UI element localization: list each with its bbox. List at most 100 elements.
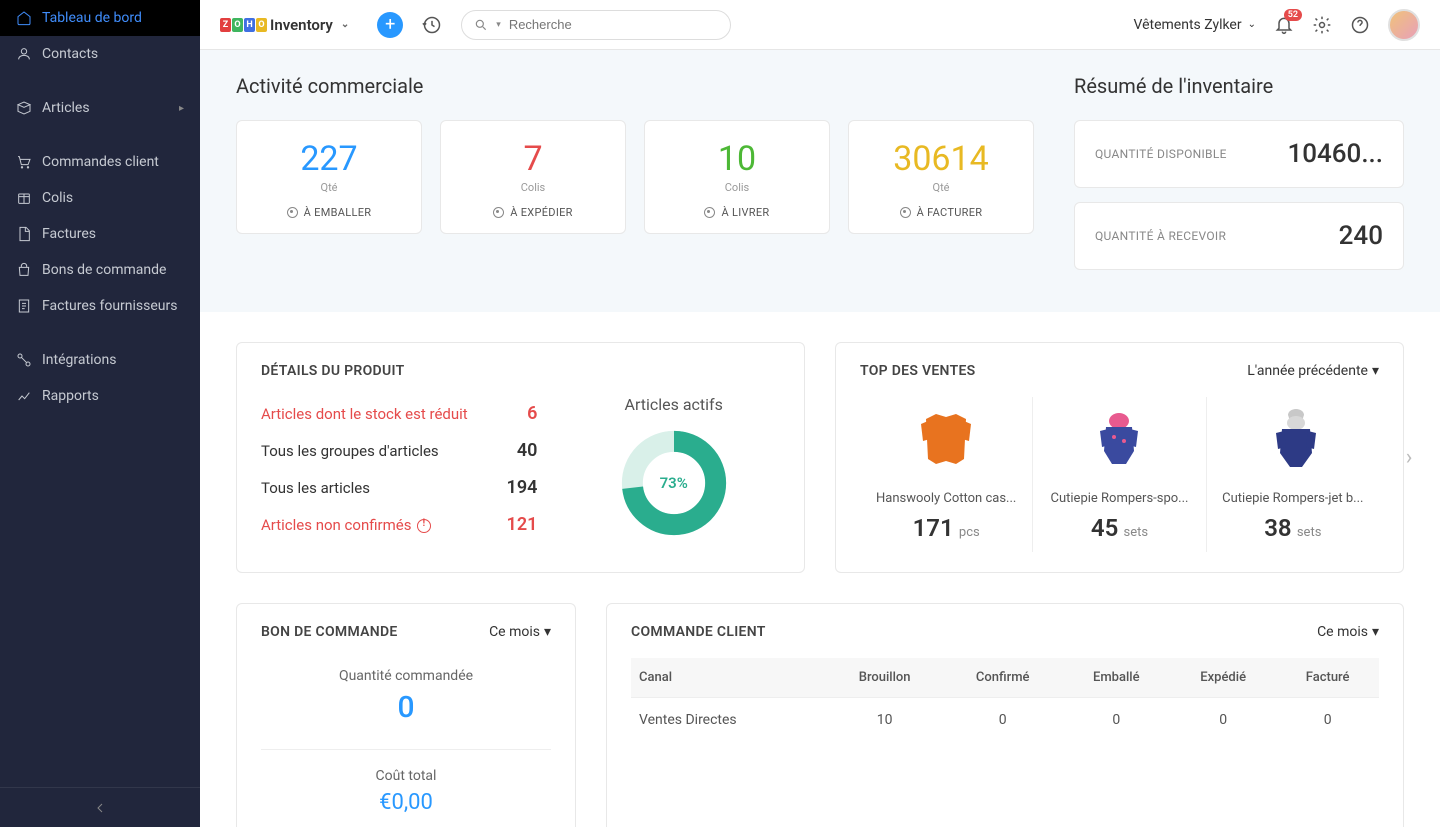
search-input[interactable] bbox=[509, 17, 718, 32]
activity-card-unit: Qté bbox=[247, 181, 411, 194]
chevron-down-icon: ⌄ bbox=[1248, 19, 1256, 30]
package-icon bbox=[16, 190, 32, 206]
top-sales-qty: 38 bbox=[1264, 514, 1291, 542]
activity-card[interactable]: 30614 Qté À FACTURER bbox=[848, 120, 1034, 234]
sales-order-table: CanalBrouillonConfirméEmballéExpédiéFact… bbox=[631, 658, 1379, 742]
top-sales-item[interactable]: Hanswooly Cotton cas... 171 pcs bbox=[860, 397, 1033, 552]
product-detail-row[interactable]: Tous les groupes d'articles 40 bbox=[261, 432, 537, 469]
product-detail-row[interactable]: Articles dont le stock est réduit 6 bbox=[261, 395, 537, 432]
table-cell: 10 bbox=[826, 698, 943, 743]
sidebar-item-integrations[interactable]: Intégrations bbox=[0, 342, 200, 378]
product-row-label: Articles non confirmés bbox=[261, 516, 431, 534]
top-sales-name: Cutiepie Rompers-jet b... bbox=[1217, 491, 1369, 506]
sidebar-item-reports[interactable]: Rapports bbox=[0, 378, 200, 414]
sales-order-panel: COMMANDE CLIENT Ce mois ▾ CanalBrouillon… bbox=[606, 603, 1404, 827]
activity-card[interactable]: 7 Colis À EXPÉDIER bbox=[440, 120, 626, 234]
sidebar-item-label: Intégrations bbox=[42, 352, 116, 368]
status-dot-icon bbox=[493, 207, 504, 218]
chart-icon bbox=[16, 388, 32, 404]
caret-down-icon: ▾ bbox=[1372, 624, 1379, 640]
table-cell: 0 bbox=[1063, 698, 1171, 743]
sidebar-item-bills[interactable]: Factures fournisseurs bbox=[0, 288, 200, 324]
help-button[interactable] bbox=[1350, 15, 1370, 35]
sidebar-item-label: Factures bbox=[42, 226, 96, 242]
chevron-right-icon: ▸ bbox=[179, 103, 184, 114]
history-button[interactable] bbox=[421, 14, 443, 36]
sidebar-item-articles[interactable]: Articles ▸ bbox=[0, 90, 200, 126]
main: ZOHO Inventory ⌄ + ▾ Vêtements Zylker ⌄ bbox=[200, 0, 1440, 827]
search-input-wrapper[interactable]: ▾ bbox=[461, 10, 731, 40]
sidebar-item-label: Bons de commande bbox=[42, 262, 166, 278]
top-sales-panel: TOP DES VENTES L'année précédente ▾ Hans… bbox=[835, 342, 1404, 573]
po-title: BON DE COMMANDE bbox=[261, 624, 398, 640]
sidebar: Tableau de bord Contacts Articles ▸ Comm… bbox=[0, 0, 200, 827]
top-sales-next-button[interactable]: › bbox=[1397, 438, 1421, 478]
top-sales-qty: 45 bbox=[1091, 514, 1118, 542]
warning-icon bbox=[417, 519, 431, 533]
plus-icon: + bbox=[385, 14, 395, 35]
activity-card[interactable]: 10 Colis À LIVRER bbox=[644, 120, 830, 234]
product-row-value: 6 bbox=[527, 403, 537, 424]
user-icon bbox=[16, 46, 32, 62]
sidebar-item-sales-orders[interactable]: Commandes client bbox=[0, 144, 200, 180]
product-image-icon bbox=[1079, 407, 1159, 477]
summary-label: QUANTITÉ À RECEVOIR bbox=[1095, 229, 1226, 243]
activity-card-value: 227 bbox=[247, 139, 411, 179]
topbar: ZOHO Inventory ⌄ + ▾ Vêtements Zylker ⌄ bbox=[200, 0, 1440, 50]
activity-card[interactable]: 227 Qté À EMBALLER bbox=[236, 120, 422, 234]
help-icon bbox=[1350, 15, 1370, 35]
activity-card-label: À EXPÉDIER bbox=[451, 206, 615, 219]
notifications-button[interactable]: 52 bbox=[1274, 15, 1294, 35]
settings-button[interactable] bbox=[1312, 15, 1332, 35]
cart-icon bbox=[16, 154, 32, 170]
so-filter[interactable]: Ce mois ▾ bbox=[1317, 624, 1379, 640]
top-sales-name: Cutiepie Rompers-spo... bbox=[1043, 491, 1195, 506]
sidebar-item-dashboard[interactable]: Tableau de bord bbox=[0, 0, 200, 36]
activity-card-label: À EMBALLER bbox=[247, 206, 411, 219]
purchase-order-panel: BON DE COMMANDE Ce mois ▾ Quantité comma… bbox=[236, 603, 576, 827]
sidebar-item-packages[interactable]: Colis bbox=[0, 180, 200, 216]
org-name: Vêtements Zylker bbox=[1133, 17, 1241, 33]
add-button[interactable]: + bbox=[377, 12, 403, 38]
product-row-label: Tous les groupes d'articles bbox=[261, 442, 439, 460]
activity-card-label: À FACTURER bbox=[859, 206, 1023, 219]
sidebar-item-label: Commandes client bbox=[42, 154, 159, 170]
product-detail-row[interactable]: Tous les articles194 bbox=[261, 469, 537, 506]
sidebar-item-purchase-orders[interactable]: Bons de commande bbox=[0, 252, 200, 288]
top-sales-qty: 171 bbox=[913, 514, 954, 542]
activity-card-unit: Colis bbox=[451, 181, 615, 194]
product-image-icon bbox=[906, 407, 986, 477]
top-sales-name: Hanswooly Cotton cas... bbox=[870, 491, 1022, 506]
product-row-value: 40 bbox=[517, 440, 538, 461]
table-header: Brouillon bbox=[826, 658, 943, 698]
sidebar-item-contacts[interactable]: Contacts bbox=[0, 36, 200, 72]
org-selector[interactable]: Vêtements Zylker ⌄ bbox=[1133, 17, 1256, 33]
summary-title: Résumé de l'inventaire bbox=[1074, 74, 1404, 98]
sidebar-collapse-button[interactable] bbox=[0, 787, 200, 827]
activity-title: Activité commerciale bbox=[236, 74, 1034, 98]
chevron-down-icon: ⌄ bbox=[341, 19, 349, 30]
sidebar-item-invoices[interactable]: Factures bbox=[0, 216, 200, 252]
top-sales-item[interactable]: Cutiepie Rompers-spo... 45 sets bbox=[1033, 397, 1206, 552]
notification-badge: 52 bbox=[1284, 9, 1302, 21]
logo[interactable]: ZOHO Inventory ⌄ bbox=[220, 16, 359, 34]
top-sales-filter[interactable]: L'année précédente ▾ bbox=[1247, 363, 1379, 379]
po-filter[interactable]: Ce mois ▾ bbox=[489, 624, 551, 640]
sidebar-item-label: Contacts bbox=[42, 46, 98, 62]
activity-card-value: 30614 bbox=[859, 139, 1023, 179]
product-details-title: DÉTAILS DU PRODUIT bbox=[261, 363, 780, 379]
table-cell: 0 bbox=[1276, 698, 1379, 743]
product-detail-row[interactable]: Articles non confirmés121 bbox=[261, 506, 537, 543]
sidebar-item-label: Colis bbox=[42, 190, 73, 206]
top-sales-unit: sets bbox=[1120, 525, 1148, 540]
top-sales-item[interactable]: Cutiepie Rompers-jet b... 38 sets bbox=[1207, 397, 1379, 552]
table-row: Ventes Directes100000 bbox=[631, 698, 1379, 743]
product-details-panel: DÉTAILS DU PRODUIT Articles dont le stoc… bbox=[236, 342, 805, 573]
table-header: Emballé bbox=[1063, 658, 1171, 698]
summary-card: QUANTITÉ DISPONIBLE10460... bbox=[1074, 120, 1404, 188]
activity-summary-row: Activité commerciale 227 Qté À EMBALLER … bbox=[200, 50, 1440, 312]
receipt-icon bbox=[16, 298, 32, 314]
product-row-label: Articles dont le stock est réduit bbox=[261, 405, 468, 423]
sidebar-item-label: Rapports bbox=[42, 388, 99, 404]
avatar[interactable] bbox=[1388, 9, 1420, 41]
